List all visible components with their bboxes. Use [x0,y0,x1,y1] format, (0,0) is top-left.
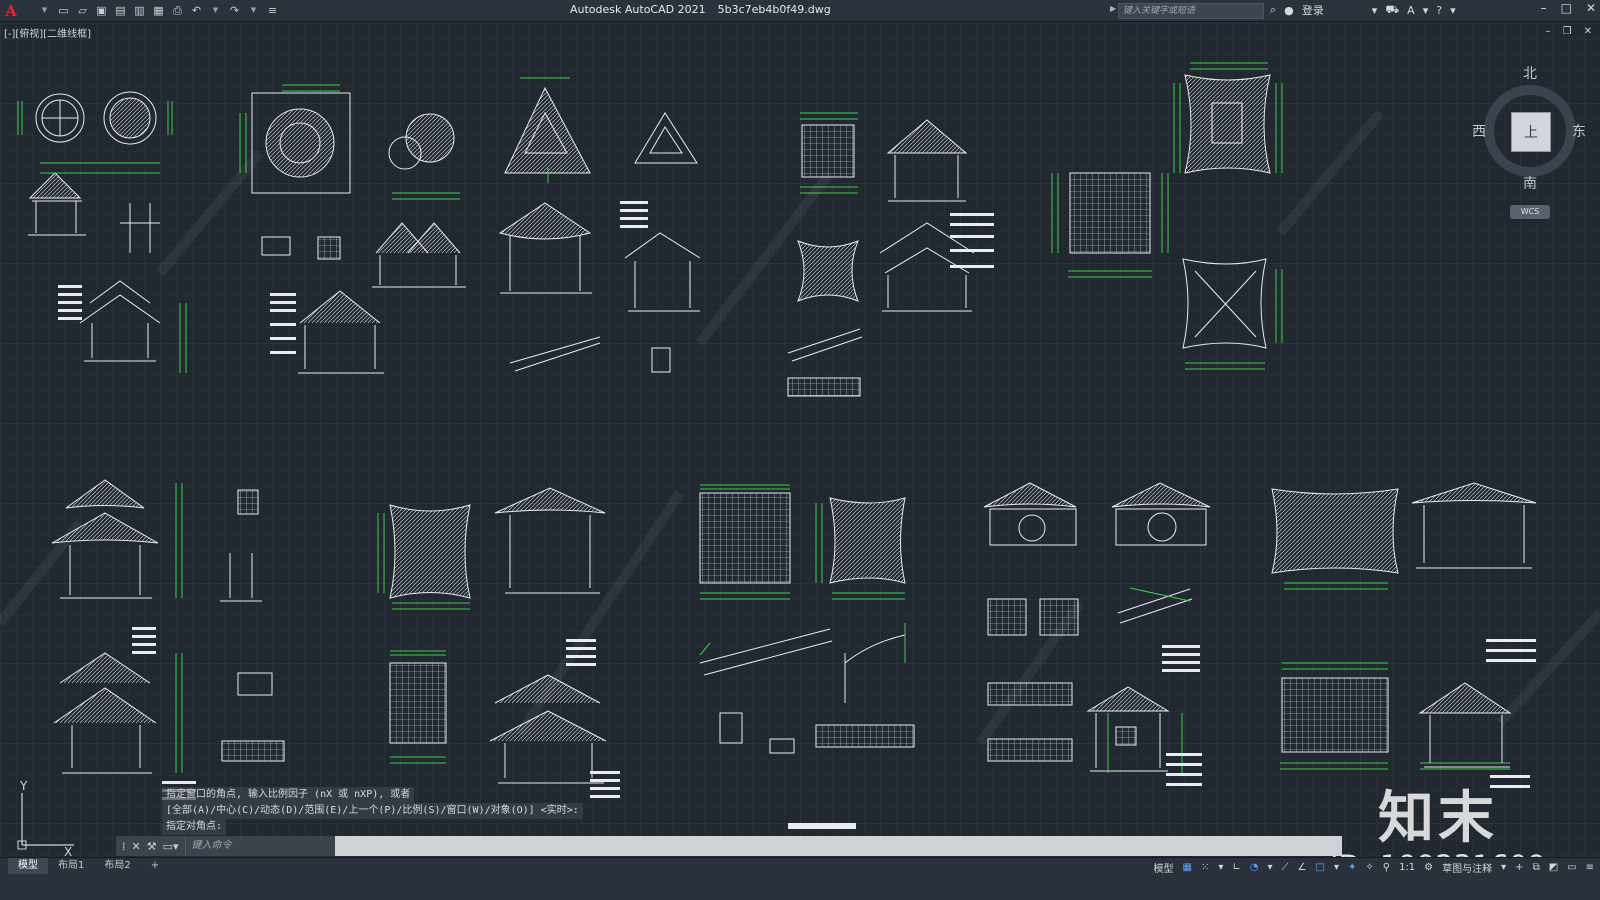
status-bar: 模型 布局1 布局2 + 模型 ▦ ⁙ ▾ ∟ ◔ ▾ ⟋ ∠ □ ▾ ✦ ✧ … [0,857,1600,900]
polar-icon[interactable]: ◔ [1250,862,1259,873]
window-controls: – □ ✕ [1541,1,1596,15]
autodesk-app-icon[interactable]: A [1407,4,1415,17]
gear-icon[interactable]: ⚙ [1424,862,1433,873]
object-snap-caret-icon[interactable]: ▾ [1334,862,1339,873]
search-input[interactable]: 键入关键字或短语 [1118,3,1264,19]
viewcube[interactable]: 北 南 东 西 上 WCS [1470,63,1590,219]
command-history-line: 指定窗口的角点, 输入比例因子 (nX 或 nXP), 或者 [162,787,415,803]
viewcube-west[interactable]: 西 [1472,121,1486,141]
tab-layout2[interactable]: 布局2 [94,858,140,874]
help-caret-icon[interactable]: ▾ [1450,4,1456,17]
save-as-icon[interactable]: ▤ [114,4,127,17]
tab-layout1[interactable]: 布局1 [48,858,94,874]
exchange-caret-icon[interactable]: ▾ [1423,4,1429,17]
search-caret-icon[interactable]: ▶ [1110,4,1116,13]
app-menu-caret-icon[interactable]: ▼ [38,4,51,17]
command-line-close-icon[interactable]: ✕ [132,840,141,853]
customization-menu-icon[interactable]: ≡ [1586,862,1594,873]
viewcube-top-face[interactable]: 上 [1511,112,1551,152]
annotation-scale-icon[interactable]: ⚲ [1383,862,1390,873]
ucs-icon: Y X [16,779,86,859]
file-name: 5b3c7eb4b0f49.dwg [717,3,831,16]
minimize-icon[interactable]: – [1541,1,1547,15]
redo-icon[interactable]: ↷ [228,4,241,17]
polar-caret-icon[interactable]: ▾ [1267,862,1272,873]
tab-model[interactable]: 模型 [8,858,48,874]
grid-icon[interactable]: ▦ [1182,862,1191,873]
title-bar: A ▼ ▭ ▱ ▣ ▤ ▥ ▦ ⎙ ↶ ▼ ↷ ▼ ≡ Autodesk Aut… [0,0,1600,22]
command-history: 指定窗口的角点, 输入比例因子 (nX 或 nXP), 或者 [全部(A)/中心… [162,787,583,835]
isolate-objects-icon[interactable]: ⧉ [1533,862,1540,873]
viewcube-south[interactable]: 南 [1523,173,1537,193]
snap-icon[interactable]: ⁙ [1201,862,1209,873]
wcs-menu[interactable]: WCS [1510,205,1550,219]
customize-icon[interactable]: ≡ [266,4,279,17]
web-save-icon[interactable]: ▦ [152,4,165,17]
command-line-grip-icon[interactable]: ⁞ [122,840,126,853]
login-caret-icon[interactable]: ▾ [1372,4,1378,17]
command-line-customize-icon[interactable]: ⚒ [147,840,157,853]
undo-caret-icon[interactable]: ▼ [209,4,222,17]
model-space-toggle[interactable]: 模型 [1153,860,1173,875]
window-title: Autodesk AutoCAD 2021 5b3c7eb4b0f49.dwg [570,3,831,16]
redo-caret-icon[interactable]: ▼ [247,4,260,17]
user-icon[interactable]: ● [1284,4,1294,17]
ortho-icon[interactable]: ∟ [1232,862,1240,873]
command-line-field[interactable] [334,836,1342,856]
pavilion-drawing-sheet [0,62,1600,829]
isodraft-icon[interactable]: ⟋ [1282,862,1289,873]
plot-icon[interactable]: ⎙ [171,4,184,17]
open-icon[interactable]: ▱ [76,4,89,17]
cad-drawings[interactable] [0,23,1600,866]
clean-screen-icon[interactable]: ▭ [1567,862,1576,873]
command-line-buttons: ⁞ ✕ ⚒ ▭▾ [116,836,185,856]
save-icon[interactable]: ▣ [95,4,108,17]
web-open-icon[interactable]: ▥ [133,4,146,17]
command-input[interactable]: 键入命令 [184,836,335,856]
layout-tabs: 模型 布局1 布局2 + [8,858,169,874]
login-link[interactable]: 登录 [1302,2,1324,18]
search-icon[interactable]: ⌕ [1270,3,1276,17]
close-icon[interactable]: ✕ [1586,1,1596,15]
app-title: Autodesk AutoCAD 2021 [570,3,706,16]
object-snap-tracking-icon[interactable]: ∠ [1298,862,1307,873]
info-toolbar: ⌕ ● 登录 ▾ ⛟ A ▾ ? ▾ [1270,2,1456,18]
add-layout-button[interactable]: + [141,858,169,874]
snap-caret-icon[interactable]: ▾ [1218,862,1223,873]
maximize-icon[interactable]: □ [1561,1,1572,15]
quick-access-toolbar: ▼ ▭ ▱ ▣ ▤ ▥ ▦ ⎙ ↶ ▼ ↷ ▼ ≡ [38,4,279,17]
ucs-y-label: Y [20,779,28,793]
new-icon[interactable]: ▭ [57,4,70,17]
help-icon[interactable]: ? [1436,4,1442,17]
watermark-brand: 知末 [1378,786,1498,851]
command-history-line: [全部(A)/中心(C)/动态(D)/范围(E)/上一个(P)/比例(S)/窗口… [162,803,583,819]
command-history-line: 指定对角点: [162,819,227,835]
viewcube-east[interactable]: 东 [1572,121,1586,141]
annotation-visibility-icon[interactable]: ✦ [1348,862,1356,873]
status-toolbar: 模型 ▦ ⁙ ▾ ∟ ◔ ▾ ⟋ ∠ □ ▾ ✦ ✧ ⚲ 1:1 ⚙ 草图与注释… [1153,858,1594,876]
drawing-canvas[interactable]: [-][俯视][二维线框] – ❐ ✕ 北 南 东 西 上 WCS Y X 指定… [0,23,1600,883]
cart-icon[interactable]: ⛟ [1385,3,1399,18]
auto-scale-icon[interactable]: ✧ [1365,862,1373,873]
undo-icon[interactable]: ↶ [190,4,203,17]
add-icon[interactable]: + [1515,862,1523,873]
viewcube-north[interactable]: 北 [1523,63,1537,83]
command-line: ⁞ ✕ ⚒ ▭▾ 键入命令 [116,836,1342,856]
workspace-caret-icon[interactable]: ▾ [1501,862,1506,873]
autocad-logo[interactable]: A [0,0,22,22]
object-snap-icon[interactable]: □ [1315,862,1324,873]
workspace-switch[interactable]: 草图与注释 [1442,860,1492,875]
hardware-acceleration-icon[interactable]: ◩ [1549,862,1558,873]
annotation-scale-value[interactable]: 1:1 [1399,862,1415,873]
recent-commands-icon[interactable]: ▭▾ [163,840,179,853]
